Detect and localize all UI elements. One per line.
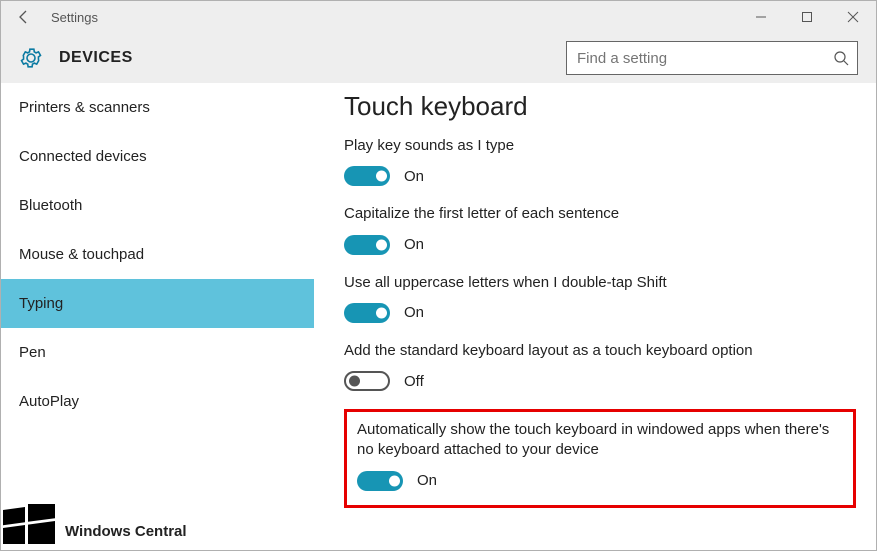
setting-label: Automatically show the touch keyboard in… (357, 420, 837, 461)
body: Printers & scanners Connected devices Bl… (1, 83, 876, 550)
maximize-button[interactable] (784, 1, 830, 33)
search-box[interactable] (566, 41, 858, 75)
search-icon (833, 50, 849, 66)
toggle-capitalize[interactable] (344, 235, 390, 255)
sidebar-item-pen[interactable]: Pen (1, 328, 314, 377)
minimize-button[interactable] (738, 1, 784, 33)
toggle-state: On (404, 168, 424, 185)
sidebar: Printers & scanners Connected devices Bl… (1, 83, 314, 550)
sidebar-item-label: AutoPlay (19, 393, 79, 410)
setting-capitalize: Capitalize the first letter of each sent… (344, 204, 856, 254)
setting-label: Capitalize the first letter of each sent… (344, 204, 824, 224)
header: DEVICES (1, 33, 876, 83)
watermark-text: Windows Central (65, 523, 187, 544)
highlighted-setting-box: Automatically show the touch keyboard in… (344, 409, 856, 508)
gear-icon (17, 44, 45, 72)
setting-standard-layout: Add the standard keyboard layout as a to… (344, 341, 856, 391)
search-input[interactable] (577, 50, 833, 67)
sidebar-item-label: Connected devices (19, 148, 147, 165)
sidebar-item-typing[interactable]: Typing (1, 279, 314, 328)
setting-key-sounds: Play key sounds as I type On (344, 136, 856, 186)
back-button[interactable] (1, 1, 47, 33)
sidebar-item-label: Bluetooth (19, 197, 82, 214)
content: Touch keyboard Play key sounds as I type… (314, 83, 876, 550)
titlebar: Settings (1, 1, 876, 33)
setting-label: Add the standard keyboard layout as a to… (344, 341, 824, 361)
watermark: Windows Central (1, 504, 187, 550)
sidebar-item-bluetooth[interactable]: Bluetooth (1, 181, 314, 230)
toggle-auto-show-keyboard[interactable] (357, 471, 403, 491)
setting-label: Play key sounds as I type (344, 136, 824, 156)
windows-logo-icon (3, 504, 55, 544)
window: Settings DEVICES Printers & scanners Con (0, 0, 877, 551)
section-title: DEVICES (59, 49, 133, 67)
close-button[interactable] (830, 1, 876, 33)
toggle-uppercase-shift[interactable] (344, 303, 390, 323)
sidebar-item-label: Typing (19, 295, 63, 312)
sidebar-item-label: Pen (19, 344, 46, 361)
sidebar-item-mouse[interactable]: Mouse & touchpad (1, 230, 314, 279)
toggle-state: On (404, 304, 424, 321)
setting-auto-show-keyboard: Automatically show the touch keyboard in… (357, 420, 843, 491)
setting-uppercase-shift: Use all uppercase letters when I double-… (344, 273, 856, 323)
sidebar-item-label: Printers & scanners (19, 99, 150, 116)
toggle-key-sounds[interactable] (344, 166, 390, 186)
setting-label: Use all uppercase letters when I double-… (344, 273, 824, 293)
toggle-state: Off (404, 373, 424, 390)
toggle-state: On (404, 236, 424, 253)
sidebar-item-connected-devices[interactable]: Connected devices (1, 132, 314, 181)
sidebar-item-label: Mouse & touchpad (19, 246, 144, 263)
window-title: Settings (51, 10, 98, 25)
sidebar-item-autoplay[interactable]: AutoPlay (1, 377, 314, 426)
sidebar-item-printers[interactable]: Printers & scanners (1, 83, 314, 132)
toggle-state: On (417, 472, 437, 489)
toggle-standard-layout[interactable] (344, 371, 390, 391)
page-title: Touch keyboard (344, 91, 856, 122)
